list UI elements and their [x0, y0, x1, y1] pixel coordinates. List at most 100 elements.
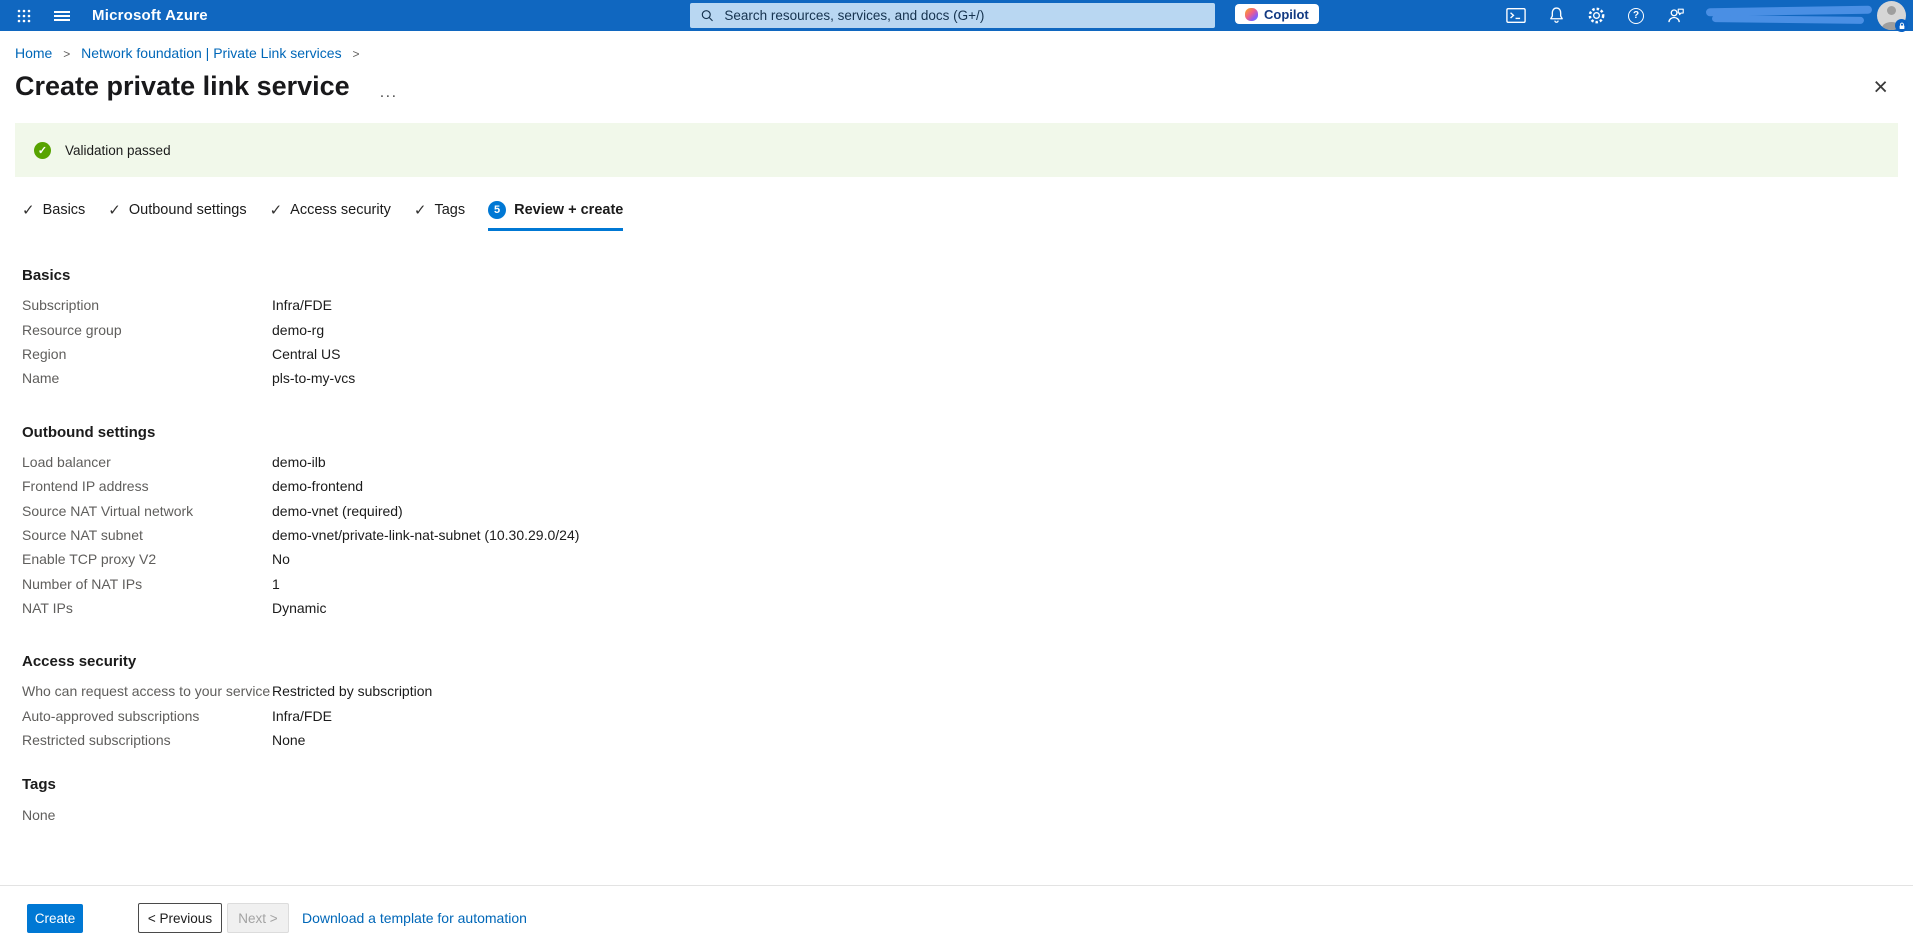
page-header: Create private link service ...: [0, 61, 1913, 102]
field-value: pls-to-my-vcs: [272, 370, 355, 386]
step-number-badge: 5: [488, 201, 506, 219]
section-title: Outbound settings: [22, 424, 1913, 441]
feedback-icon: [1666, 6, 1686, 25]
field-value: demo-rg: [272, 322, 324, 338]
review-row: Enable TCP proxy V2 No: [22, 547, 1913, 571]
field-label: Enable TCP proxy V2: [22, 551, 272, 567]
settings-gear-icon: [1587, 6, 1606, 25]
global-search: [690, 3, 1215, 28]
copilot-icon: [1245, 8, 1258, 21]
previous-button[interactable]: < Previous: [138, 903, 222, 933]
review-row: Load balancer demo-ilb: [22, 450, 1913, 474]
field-value: demo-vnet/private-link-nat-subnet (10.30…: [272, 527, 579, 543]
lock-badge-icon: [1895, 19, 1908, 32]
field-label: Source NAT subnet: [22, 527, 272, 543]
wizard-footer: Create < Previous Next > Download a temp…: [0, 885, 1913, 950]
field-label: Region: [22, 346, 272, 362]
check-icon: ✓: [414, 201, 427, 219]
page-title: Create private link service: [15, 71, 350, 102]
field-label: Number of NAT IPs: [22, 576, 272, 592]
tab-label: Basics: [43, 202, 86, 218]
field-value: Infra/FDE: [272, 708, 332, 724]
wizard-tab-bar: ✓ Basics ✓ Outbound settings ✓ Access se…: [0, 177, 1913, 231]
tab-basics[interactable]: ✓ Basics: [22, 201, 85, 231]
waffle-icon: [17, 9, 31, 23]
portal-menu-button[interactable]: [46, 0, 78, 31]
breadcrumb-separator: >: [345, 47, 366, 61]
tab-review-create[interactable]: 5 Review + create: [488, 201, 623, 231]
global-search-input[interactable]: [722, 7, 1205, 24]
next-button[interactable]: Next >: [227, 903, 289, 933]
copilot-label: Copilot: [1264, 7, 1309, 22]
field-label: NAT IPs: [22, 600, 272, 616]
field-label: Restricted subscriptions: [22, 732, 272, 748]
cloud-shell-button[interactable]: [1496, 0, 1536, 31]
review-row: Region Central US: [22, 342, 1913, 366]
tab-tags[interactable]: ✓ Tags: [414, 201, 465, 231]
breadcrumb-separator: >: [56, 47, 77, 61]
download-template-link[interactable]: Download a template for automation: [302, 910, 527, 926]
redacted-account-info: [1706, 5, 1876, 27]
review-row: Auto-approved subscriptions Infra/FDE: [22, 704, 1913, 728]
section-tags: Tags None: [22, 776, 1913, 826]
cloud-shell-icon: [1506, 7, 1526, 24]
review-row: Source NAT subnet demo-vnet/private-link…: [22, 523, 1913, 547]
app-launcher-button[interactable]: [6, 0, 42, 31]
review-row: Subscription Infra/FDE: [22, 293, 1913, 317]
review-row: NAT IPs Dynamic: [22, 596, 1913, 620]
review-row: Frontend IP address demo-frontend: [22, 474, 1913, 498]
breadcrumb: Home > Network foundation | Private Link…: [0, 31, 1913, 61]
field-value: demo-ilb: [272, 454, 326, 470]
review-row: Restricted subscriptions None: [22, 728, 1913, 752]
tab-label: Outbound settings: [129, 202, 247, 218]
feedback-button[interactable]: [1656, 0, 1696, 31]
check-icon: ✓: [22, 201, 35, 219]
copilot-button[interactable]: Copilot: [1235, 4, 1319, 24]
tab-outbound-settings[interactable]: ✓ Outbound settings: [108, 201, 246, 231]
field-label: Frontend IP address: [22, 478, 272, 494]
section-title: Tags: [22, 776, 1913, 793]
field-value: Infra/FDE: [272, 297, 332, 313]
field-label: Auto-approved subscriptions: [22, 708, 272, 724]
review-row: Number of NAT IPs 1: [22, 572, 1913, 596]
review-row: Source NAT Virtual network demo-vnet (re…: [22, 498, 1913, 522]
breadcrumb-parent-link[interactable]: Network foundation | Private Link servic…: [81, 45, 341, 61]
more-options-button[interactable]: ...: [380, 88, 398, 98]
breadcrumb-home-link[interactable]: Home: [15, 45, 52, 61]
tab-label: Tags: [434, 202, 465, 218]
field-value: demo-frontend: [272, 478, 363, 494]
validation-message: Validation passed: [65, 143, 171, 158]
section-basics: Basics Subscription Infra/FDE Resource g…: [22, 267, 1913, 391]
field-value: Dynamic: [272, 600, 326, 616]
tab-access-security[interactable]: ✓ Access security: [270, 201, 391, 231]
section-access-security: Access security Who can request access t…: [22, 653, 1913, 752]
section-title: Access security: [22, 653, 1913, 670]
field-value: Restricted by subscription: [272, 683, 432, 699]
azure-top-bar: Microsoft Azure Copilot: [0, 0, 1913, 31]
review-row: Name pls-to-my-vcs: [22, 366, 1913, 390]
field-label: Resource group: [22, 322, 272, 338]
close-button[interactable]: ×: [1873, 76, 1888, 98]
notifications-button[interactable]: [1536, 0, 1576, 31]
help-icon: ?: [1628, 8, 1644, 24]
account-avatar[interactable]: [1877, 1, 1906, 30]
settings-button[interactable]: [1576, 0, 1616, 31]
field-label: Name: [22, 370, 272, 386]
field-label: Who can request access to your service: [22, 683, 272, 699]
azure-home-link[interactable]: Microsoft Azure: [92, 0, 208, 31]
validation-banner: ✓ Validation passed: [15, 123, 1898, 177]
review-row: Resource group demo-rg: [22, 317, 1913, 341]
field-value: Central US: [272, 346, 340, 362]
notifications-bell-icon: [1547, 6, 1566, 25]
review-content: Basics Subscription Infra/FDE Resource g…: [0, 267, 1913, 827]
field-value: demo-vnet (required): [272, 503, 403, 519]
tab-label: Access security: [290, 202, 391, 218]
field-value: None: [272, 732, 305, 748]
create-button[interactable]: Create: [27, 904, 83, 933]
tab-label: Review + create: [514, 202, 623, 218]
check-icon: ✓: [108, 201, 121, 219]
search-icon: [700, 8, 714, 23]
section-title: Basics: [22, 267, 1913, 284]
field-value: 1: [272, 576, 280, 592]
help-button[interactable]: ?: [1616, 0, 1656, 31]
